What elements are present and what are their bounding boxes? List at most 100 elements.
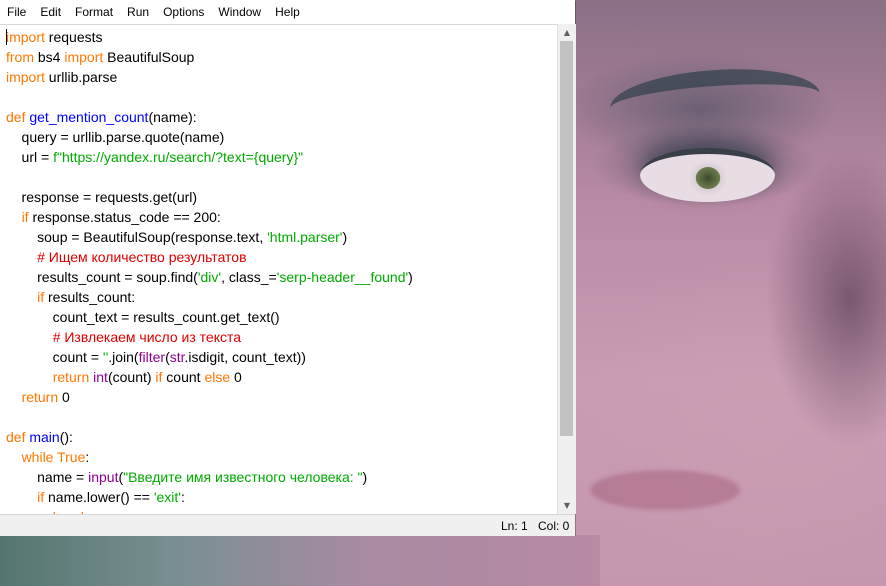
code-token: from (6, 49, 34, 65)
code-token: response.status_code == 200: (28, 209, 221, 225)
code-token: (): (59, 429, 73, 445)
code-token: def (6, 109, 26, 125)
code-line[interactable] (6, 407, 557, 427)
code-token: 'serp-header__found' (276, 269, 409, 285)
code-token: count_text = results_count.get_text() (6, 309, 280, 325)
code-token: int (93, 369, 108, 385)
code-line[interactable]: # Извлекаем число из текста (6, 327, 557, 347)
code-token: ) (342, 229, 348, 245)
code-line[interactable]: from bs4 import BeautifulSoup (6, 47, 557, 67)
code-token: if (21, 209, 29, 225)
wallpaper-eye (640, 148, 775, 202)
code-token: count = (6, 349, 103, 365)
code-line[interactable]: # Ищем количество результатов (6, 247, 557, 267)
code-token: .join( (108, 349, 139, 365)
status-bar: Ln: 1 Col: 0 (0, 514, 575, 536)
code-token: count (162, 369, 205, 385)
code-token: soup = BeautifulSoup(response.text, (6, 229, 268, 245)
code-token: 'exit' (153, 489, 181, 505)
code-token: (name): (148, 109, 197, 125)
code-token: name = (6, 469, 89, 485)
code-token: 0 (230, 369, 242, 385)
menu-help[interactable]: Help (268, 0, 307, 24)
code-line[interactable]: def main(): (6, 427, 557, 447)
code-line[interactable]: url = f"https://yandex.ru/search/?text={… (6, 147, 557, 167)
code-token: def (6, 429, 26, 445)
code-line[interactable]: count = ''.join(filter(str.isdigit, coun… (6, 347, 557, 367)
code-line[interactable]: count_text = results_count.get_text() (6, 307, 557, 327)
wallpaper-lips (590, 470, 740, 510)
code-token: main (29, 429, 60, 445)
code-line[interactable]: query = urllib.parse.quote(name) (6, 127, 557, 147)
code-line[interactable]: if results_count: (6, 287, 557, 307)
code-token: else (204, 369, 231, 385)
code-line[interactable]: results_count = soup.find('div', class_=… (6, 267, 557, 287)
code-token: get_mention_count (29, 109, 149, 125)
code-editor[interactable]: import requests from bs4 import Beautiful… (0, 24, 557, 515)
code-token: : (180, 489, 185, 505)
code-token: (count) (107, 369, 156, 385)
code-token: 'html.parser' (267, 229, 343, 245)
code-token: import (64, 49, 104, 65)
code-token: , class_= (221, 269, 277, 285)
code-token: response = requests.get(url) (6, 189, 198, 205)
code-token: url = (6, 149, 54, 165)
code-line[interactable]: soup = BeautifulSoup(response.text, 'htm… (6, 227, 557, 247)
code-token: .isdigit, count_text)) (184, 349, 306, 365)
code-token: bs4 (34, 49, 65, 65)
code-token: 0 (58, 389, 70, 405)
code-line[interactable]: return 0 (6, 387, 557, 407)
code-token: results_count: (44, 289, 136, 305)
code-token: return (52, 369, 90, 385)
code-line[interactable]: import requests (6, 27, 557, 47)
wallpaper-bottom-strip (0, 535, 600, 586)
code-line[interactable]: if name.lower() == 'exit': (6, 487, 557, 507)
code-token: : (85, 449, 90, 465)
code-token: f"https://yandex.ru/search/?text={query}… (53, 149, 304, 165)
code-token: ) (408, 269, 413, 285)
vertical-scrollbar[interactable]: ▲ ▼ (557, 24, 576, 514)
code-line[interactable] (6, 87, 557, 107)
menu-edit[interactable]: Edit (33, 0, 68, 24)
menu-format[interactable]: Format (68, 0, 120, 24)
code-token: True (57, 449, 86, 465)
code-token: urllib.parse (44, 69, 118, 85)
menu-window[interactable]: Window (211, 0, 268, 24)
menu-options[interactable]: Options (156, 0, 211, 24)
code-text[interactable]: import requests from bs4 import Beautiful… (0, 25, 557, 515)
code-token: # Извлекаем число из текста (52, 329, 242, 345)
code-line[interactable]: while True: (6, 447, 557, 467)
menu-file[interactable]: File (0, 0, 33, 24)
code-token: BeautifulSoup (103, 49, 195, 65)
code-line[interactable]: if response.status_code == 200: (6, 207, 557, 227)
wallpaper-eyebrow (608, 62, 822, 140)
code-token: # Ищем количество результатов (37, 249, 247, 265)
code-token: import (6, 69, 45, 85)
scroll-thumb[interactable] (560, 41, 573, 436)
code-token: return (21, 389, 59, 405)
code-line[interactable]: return int(count) if count else 0 (6, 367, 557, 387)
code-token: input (88, 469, 119, 485)
code-token: import (6, 29, 45, 45)
code-token: filter (138, 349, 166, 365)
code-line[interactable]: name = input("Введите имя известного чел… (6, 467, 557, 487)
code-token: 'div' (197, 269, 222, 285)
scroll-down-arrow-icon[interactable]: ▼ (558, 497, 576, 514)
scroll-up-arrow-icon[interactable]: ▲ (558, 24, 576, 41)
menu-bar: File Edit Format Run Options Window Help (0, 0, 575, 25)
menu-run[interactable]: Run (120, 0, 156, 24)
code-line[interactable]: import urllib.parse (6, 67, 557, 87)
code-token: results_count = soup.find( (6, 269, 198, 285)
code-line[interactable]: response = requests.get(url) (6, 187, 557, 207)
code-line[interactable]: def get_mention_count(name): (6, 107, 557, 127)
status-line-number: Ln: 1 (501, 519, 528, 533)
code-token: ) (362, 469, 368, 485)
code-line[interactable] (6, 167, 557, 187)
